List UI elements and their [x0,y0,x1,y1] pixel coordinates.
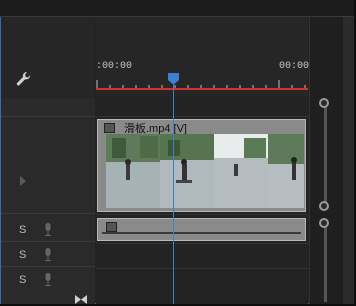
mic-icon[interactable] [44,223,52,236]
scroll-track[interactable] [324,227,327,302]
bowtie-icon[interactable] [75,295,87,304]
track-header-divider [1,213,95,214]
solo-button-a3[interactable]: S [19,274,26,286]
wrench-icon[interactable] [14,70,32,88]
playhead-icon[interactable] [168,73,179,85]
vertical-zoom-scrollbar[interactable] [309,17,345,304]
track-header-divider [1,241,95,242]
playhead-line [173,85,174,304]
track-divider [96,214,308,215]
video-clip[interactable]: 滑板.mp4 [V] [97,119,306,212]
clip-thumbnail [106,134,160,208]
scroll-handle-top[interactable] [319,218,329,228]
track-divider [96,268,308,269]
expand-arrow-icon[interactable] [20,176,26,186]
track-header-divider [1,116,95,117]
track-header-divider [1,266,95,267]
track-divider [96,116,308,117]
work-area-bar[interactable] [96,88,308,90]
timecode-start: :00:00 [96,61,133,72]
solo-button-a2[interactable]: S [19,249,26,261]
fx-badge-icon [104,123,115,133]
mic-icon[interactable] [44,248,52,261]
audio-waveform [102,232,301,234]
clip-thumbnail [160,134,214,208]
solo-button-a1[interactable]: S [19,224,26,236]
panel-top-strip [0,0,354,17]
scroll-track[interactable] [324,107,327,204]
track-divider [96,243,308,244]
scroll-handle-top[interactable] [319,98,329,108]
panel-right-edge [343,17,354,304]
audio-clip[interactable] [97,218,306,241]
clip-thumbnail [268,134,304,208]
mic-icon[interactable] [44,273,52,286]
scroll-handle-bottom[interactable] [319,201,329,211]
fx-badge-icon [106,222,117,232]
clip-thumbnail [214,134,268,208]
